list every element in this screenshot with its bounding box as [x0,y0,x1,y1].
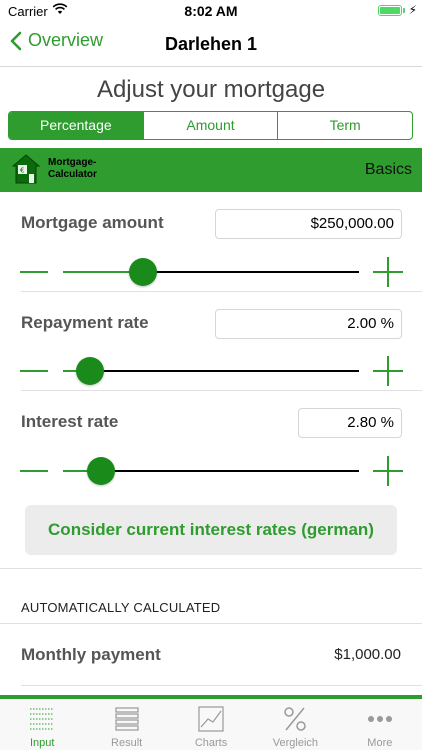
navigation-bar: Overview Darlehen 1 [0,22,422,67]
mortgage-amount-field[interactable]: $250,000.00 [215,209,402,239]
tab-label: Vergleich [272,737,319,749]
charging-icon: ⚡ [408,3,417,17]
divider [21,685,422,686]
logo-text: Mortgage- Calculator [48,157,97,181]
tab-input[interactable]: Input [0,699,84,750]
repayment-slider[interactable] [63,357,359,385]
interest-decrement-button[interactable] [20,470,48,472]
current-rates-button[interactable]: Consider current interest rates (german) [25,505,397,555]
tab-charts[interactable]: Charts [169,699,253,750]
house-logo-icon: € [11,154,41,184]
slider-thumb[interactable] [128,258,157,286]
tab-label: Charts [194,737,228,749]
divider [0,623,422,624]
tab-vergleich[interactable]: Vergleich [253,699,337,750]
nav-title: Darlehen 1 [164,34,258,54]
divider [21,291,422,292]
svg-text:€: € [20,167,24,175]
logo-line-1: Mortgage- [48,157,97,168]
interest-slider[interactable] [63,457,359,485]
repayment-rate-label: Repayment rate [21,313,149,332]
result-icon [114,706,140,732]
section-title: Basics [364,161,412,178]
tab-label: More [367,737,393,749]
tab-bar: Input Result Charts Vergleich More [0,699,422,750]
segment-term[interactable]: Term [277,112,412,139]
segment-amount[interactable]: Amount [142,112,278,139]
mortgage-decrement-button[interactable] [20,271,48,273]
battery-icon [378,5,402,16]
input-icon [29,706,55,732]
status-time: 8:02 AM [184,3,238,19]
mortgage-amount-label: Mortgage amount [21,213,164,232]
tab-label: Result [111,737,143,749]
section-banner: € Mortgage- Calculator Basics [0,148,422,192]
repayment-decrement-button[interactable] [20,370,48,372]
page-heading: Adjust your mortgage [96,76,326,103]
interest-rate-label: Interest rate [21,412,119,431]
charts-icon [198,706,224,732]
monthly-payment-label: Monthly payment [21,645,161,664]
slider-thumb[interactable] [87,457,116,485]
mode-segmented-control: Percentage Amount Term [8,111,413,140]
repayment-increment-button[interactable] [373,356,403,386]
interest-increment-button[interactable] [373,456,403,486]
more-icon [367,706,393,732]
divider [21,390,422,391]
tab-label: Input [29,737,55,749]
tab-result[interactable]: Result [84,699,168,750]
mortgage-increment-button[interactable] [373,257,403,287]
repayment-rate-field[interactable]: 2.00 % [215,309,402,339]
interest-rate-field[interactable]: 2.80 % [298,408,402,438]
tab-more[interactable]: More [338,699,422,750]
percent-icon [282,706,308,732]
segment-percentage[interactable]: Percentage [9,112,143,139]
monthly-payment-value: $1,000.00 [334,646,401,663]
slider-thumb[interactable] [75,357,104,385]
battery-cap [403,8,405,13]
mortgage-slider[interactable] [63,258,359,286]
status-bar: Carrier 8:02 AM ⚡ [0,0,422,22]
auto-calculated-header: AUTOMATICALLY CALCULATED [21,600,221,615]
divider [0,568,422,569]
logo-line-2: Calculator [48,169,97,180]
